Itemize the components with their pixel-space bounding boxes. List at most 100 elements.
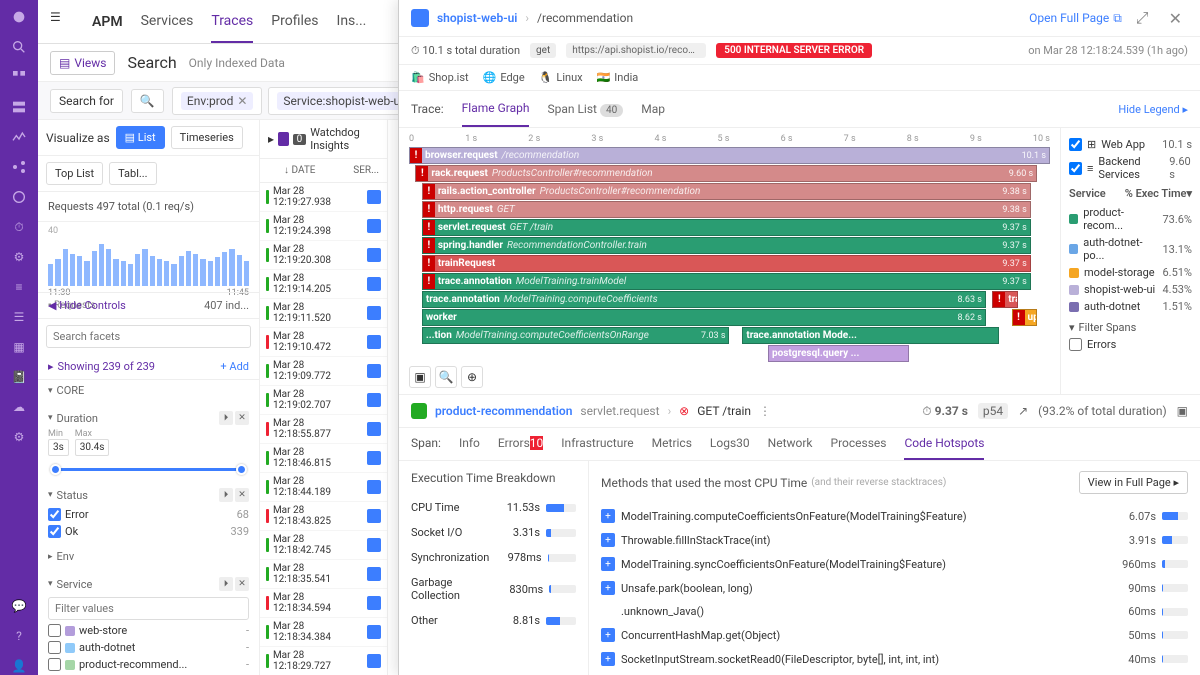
trace-row[interactable]: Mar 28 12:18:35.541 [260,560,387,589]
method-row[interactable]: +ConcurrentHashMap.get(Object)50ms [601,623,1188,647]
flame-span[interactable]: trace.annotationModelTraining.computeCoe… [422,291,986,308]
trace-row[interactable]: Mar 28 12:19:09.772 [260,357,387,386]
table-button[interactable]: Tabl... [109,162,157,185]
trace-row[interactable]: Mar 28 12:18:44.189 [260,473,387,502]
nav-tab-profiles[interactable]: Profiles [271,1,318,43]
context-tag[interactable]: 🇮🇳India [597,71,639,84]
method-row[interactable]: .unknown_Java()60ms [601,600,1188,623]
dashboard-icon[interactable] [10,68,28,86]
zoom-in-icon[interactable]: 🔍 [435,366,457,388]
user-icon[interactable]: 👤 [10,657,28,675]
trace-row[interactable]: Mar 28 12:18:42.745 [260,531,387,560]
flame-span[interactable]: trace.annotationModelTraining.trainModel… [422,273,1031,290]
detail-tab-code-hotspots[interactable]: Code Hotspots [904,428,984,460]
filter-pill[interactable]: Env:prod✕ [172,87,263,115]
detail-tab-metrics[interactable]: Metrics [652,428,692,460]
expand-icon[interactable]: ▸ [48,360,54,373]
env-facet[interactable]: ▸Env [48,546,249,567]
trace-row[interactable]: Mar 28 12:18:43.825 [260,502,387,531]
copy-icon[interactable]: ▣ [1177,404,1188,418]
nav-tab-traces[interactable]: Traces [211,1,253,43]
list-icon[interactable]: ☰ [10,308,28,326]
status-ok-checkbox[interactable]: Ok339 [48,523,249,540]
duration-max-input[interactable]: 30.4s [75,439,110,456]
infra-icon[interactable] [10,98,28,116]
trace-row[interactable]: Mar 28 12:18:55.877 [260,415,387,444]
notebook-icon[interactable]: 📓 [10,368,28,386]
context-tag[interactable]: 🌐Edge [483,71,525,84]
flame-span[interactable]: tra... [992,291,1018,308]
rum-icon[interactable]: ▦ [10,338,28,356]
errors-checkbox[interactable]: Errors [1069,336,1192,353]
metrics-icon[interactable] [10,128,28,146]
expand-icon[interactable]: + [601,581,615,595]
detail-tab-errors[interactable]: Errors10 [498,428,543,460]
chat-icon[interactable]: 💬 [10,597,28,615]
flame-span[interactable]: servlet.requestGET /train9.37 s [422,219,1031,236]
duration-slider[interactable] [50,460,247,478]
more-icon[interactable]: ⋮ [759,404,771,418]
logo-icon[interactable] [10,8,28,26]
help-icon[interactable]: ? [10,627,28,645]
flame-span[interactable]: http.requestGET9.38 s [422,201,1031,218]
expand-icon[interactable]: + [601,533,615,547]
flame-span[interactable]: trace.annotation Mode... [742,327,998,344]
legend-service[interactable]: model-storage6.51% [1069,264,1192,281]
detail-tab-logs[interactable]: Logs30 [710,428,750,460]
hide-legend-button[interactable]: Hide Legend ▸ [1118,103,1188,116]
list-view-button[interactable]: ▤ List [116,126,165,149]
expand-icon[interactable]: + [601,509,615,523]
flame-span[interactable]: worker8.62 s [422,309,986,326]
method-row[interactable]: +Throwable.fillInStackTrace(int)3.91s [601,528,1188,552]
remove-filter-icon[interactable]: ✕ [237,94,247,108]
expand-icon[interactable]: + [601,557,615,571]
detail-tab-network[interactable]: Network [768,428,813,460]
security-icon[interactable]: ⚙ [10,248,28,266]
flame-span[interactable]: browser.request/recommendation10.1 s [409,147,1050,164]
service-facet[interactable]: ▾Service⏵✕ [48,573,249,595]
filter-spans-toggle[interactable]: ▾ Filter Spans [1069,315,1192,336]
duration-min-input[interactable]: 3s [48,439,69,456]
method-row[interactable]: +ModelTraining.syncCoefficientsOnFeature… [601,552,1188,576]
tab-spanlist[interactable]: Span List40 [547,92,623,126]
search-facets-input[interactable] [46,325,251,348]
legend-service[interactable]: shopist-web-ui4.53% [1069,281,1192,298]
flame-span[interactable]: ...tionModelTraining.computeCoefficients… [422,327,730,344]
tab-map[interactable]: Map [641,92,665,126]
method-row[interactable]: +StackTraceElement.initStackTraceElement… [601,671,1188,675]
legend-service[interactable]: auth-dotnet-po...13.1% [1069,234,1192,264]
service-checkbox[interactable]: web-store- [48,622,249,639]
open-full-page-link[interactable]: Open Full Page ⧉ [1029,11,1122,26]
search-icon-box[interactable]: 🔍 [131,89,164,113]
menu-icon[interactable]: ☰ [50,10,74,34]
legend-service[interactable]: auth-dotnet1.51% [1069,298,1192,315]
trace-row[interactable]: Mar 28 12:18:46.815 [260,444,387,473]
legend-group[interactable]: ≡Backend Services9.60 s [1069,153,1192,183]
flame-span[interactable]: rails.action_controllerProductsControlle… [422,183,1031,200]
method-row[interactable]: +ModelTraining.computeCoefficientsOnFeat… [601,504,1188,528]
ci-icon[interactable] [10,188,28,206]
flame-graph[interactable]: 01 s2 s3 s4 s5 s6 s7 s8 s9 s10 s browser… [399,128,1060,394]
context-tag[interactable]: 🐧Linux [539,71,583,84]
trace-row[interactable]: Mar 28 12:19:20.308 [260,241,387,270]
trace-row[interactable]: Mar 28 12:18:34.594 [260,589,387,618]
nav-tab-services[interactable]: Services [141,1,194,43]
expand-icon[interactable]: ⤢ [1130,8,1155,28]
service-checkbox[interactable]: auth-dotnet- [48,639,249,656]
chevron-icon[interactable]: ▸ [268,132,274,146]
trace-row[interactable]: Mar 28 12:19:24.398 [260,212,387,241]
expand-icon[interactable]: + [601,628,615,642]
status-facet[interactable]: ▾Status⏵✕ [48,484,249,506]
view-full-page-button[interactable]: View in Full Page ▸ [1079,471,1188,494]
detail-tab-infrastructure[interactable]: Infrastructure [561,428,633,460]
trace-row[interactable]: Mar 28 12:18:29.727 [260,647,387,675]
flame-span[interactable]: spring.handlerRecommendationController.t… [422,237,1031,254]
views-button[interactable]: ▤ Views [50,51,115,75]
monitor-icon[interactable]: ⏱ [10,218,28,236]
cloud-icon[interactable]: ☁ [10,398,28,416]
add-facet-button[interactable]: + Add [220,360,249,373]
close-icon[interactable]: ✕ [1163,9,1188,28]
logs-icon[interactable]: ≡ [10,278,28,296]
gear-icon[interactable]: ⚙ [10,428,28,446]
service-filter-input[interactable] [48,597,249,620]
